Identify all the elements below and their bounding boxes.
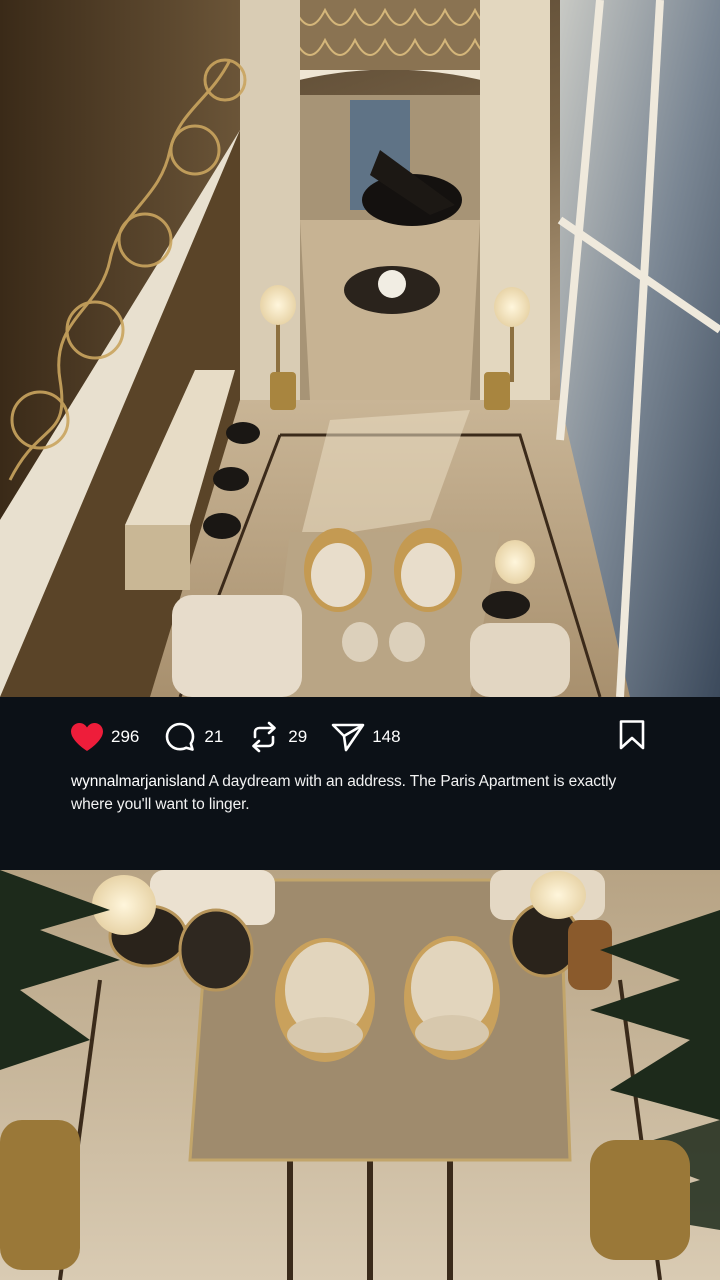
share-count: 148 — [372, 727, 401, 746]
bookmark-icon — [618, 719, 646, 756]
repost-count: 29 — [288, 727, 308, 746]
engagement-row: 296 21 29 148 — [70, 720, 425, 754]
share-button[interactable]: 148 — [331, 720, 401, 754]
post-viewer: 296 21 29 148 wynnalmarjanisland A daydr… — [0, 0, 720, 1280]
send-icon — [331, 720, 365, 754]
save-button[interactable] — [616, 719, 648, 756]
like-count: 296 — [111, 727, 140, 746]
post-image-bottom[interactable] — [0, 870, 720, 1280]
heart-icon — [70, 720, 104, 754]
post-caption: wynnalmarjanisland A daydream with an ad… — [71, 770, 631, 816]
like-button[interactable]: 296 — [70, 720, 139, 754]
comment-bubble-icon — [163, 720, 197, 754]
comment-count: 21 — [204, 727, 224, 746]
caption-username[interactable]: wynnalmarjanisland — [71, 773, 205, 790]
comment-button[interactable]: 21 — [163, 720, 223, 754]
repost-icon — [247, 720, 281, 754]
repost-button[interactable]: 29 — [247, 720, 307, 754]
post-image-top[interactable] — [0, 0, 720, 697]
